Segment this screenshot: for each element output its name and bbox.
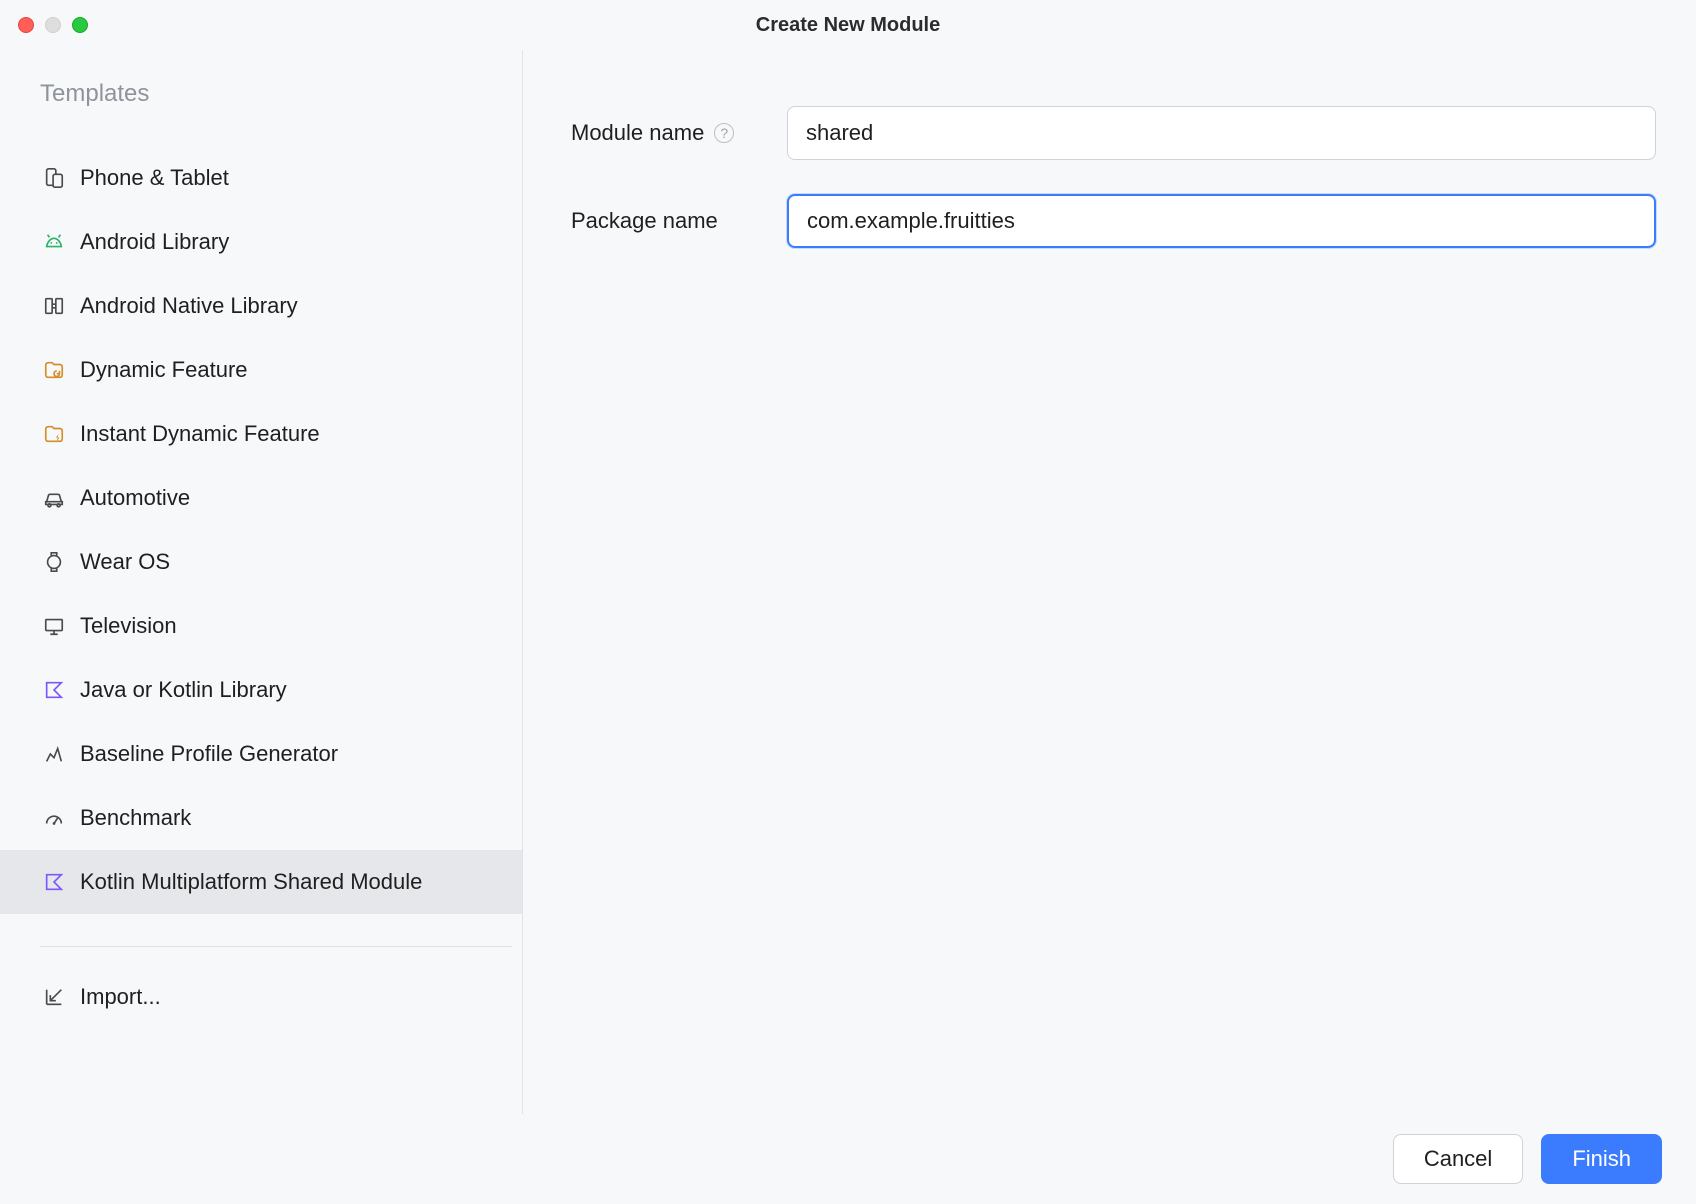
module-form: Module name ? Package name bbox=[523, 50, 1696, 1114]
form-row-module-name: Module name ? bbox=[571, 106, 1656, 160]
instant-dynamic-feature-icon bbox=[42, 422, 66, 446]
kotlin-multiplatform-icon bbox=[42, 870, 66, 894]
sidebar-item-instant-dynamic-feature[interactable]: Instant Dynamic Feature bbox=[40, 402, 522, 466]
module-name-label: Module name bbox=[571, 120, 704, 146]
sidebar-item-television[interactable]: Television bbox=[40, 594, 522, 658]
sidebar-item-label: Automotive bbox=[80, 485, 190, 511]
cancel-button[interactable]: Cancel bbox=[1393, 1134, 1523, 1184]
package-name-label: Package name bbox=[571, 208, 718, 234]
sidebar-item-label: Phone & Tablet bbox=[80, 165, 229, 191]
sidebar-item-label: Java or Kotlin Library bbox=[80, 677, 287, 703]
finish-button[interactable]: Finish bbox=[1541, 1134, 1662, 1184]
sidebar-item-label: Benchmark bbox=[80, 805, 191, 831]
templates-list: Phone & Tablet Android Library Android Nat… bbox=[40, 146, 522, 914]
sidebar-item-label: Android Native Library bbox=[80, 293, 298, 319]
sidebar-item-label: Wear OS bbox=[80, 549, 170, 575]
baseline-profile-icon bbox=[42, 742, 66, 766]
sidebar-item-label: Baseline Profile Generator bbox=[80, 741, 338, 767]
sidebar-item-label: Television bbox=[80, 613, 177, 639]
sidebar-item-baseline-profile-generator[interactable]: Baseline Profile Generator bbox=[40, 722, 522, 786]
wear-os-icon bbox=[42, 550, 66, 574]
sidebar-item-label: Instant Dynamic Feature bbox=[80, 421, 320, 447]
sidebar-item-label: Android Library bbox=[80, 229, 229, 255]
sidebar-item-benchmark[interactable]: Benchmark bbox=[40, 786, 522, 850]
sidebar-item-android-library[interactable]: Android Library bbox=[40, 210, 522, 274]
sidebar-item-automotive[interactable]: Automotive bbox=[40, 466, 522, 530]
package-name-input[interactable] bbox=[787, 194, 1656, 248]
android-icon bbox=[42, 230, 66, 254]
titlebar: Create New Module bbox=[0, 0, 1696, 50]
sidebar-item-dynamic-feature[interactable]: Dynamic Feature bbox=[40, 338, 522, 402]
sidebar-divider bbox=[40, 946, 512, 947]
sidebar-item-label: Dynamic Feature bbox=[80, 357, 248, 383]
phone-tablet-icon bbox=[42, 166, 66, 190]
dynamic-feature-icon bbox=[42, 358, 66, 382]
television-icon bbox=[42, 614, 66, 638]
benchmark-icon bbox=[42, 806, 66, 830]
sidebar-item-android-native-library[interactable]: Android Native Library bbox=[40, 274, 522, 338]
kotlin-library-icon bbox=[42, 678, 66, 702]
form-row-package-name: Package name bbox=[571, 194, 1656, 248]
module-name-label-group: Module name ? bbox=[571, 120, 787, 146]
sidebar-item-wear-os[interactable]: Wear OS bbox=[40, 530, 522, 594]
automotive-icon bbox=[42, 486, 66, 510]
import-icon bbox=[42, 985, 66, 1009]
sidebar-item-phone-tablet[interactable]: Phone & Tablet bbox=[40, 146, 522, 210]
native-library-icon bbox=[42, 294, 66, 318]
module-name-input[interactable] bbox=[787, 106, 1656, 160]
help-icon[interactable]: ? bbox=[714, 123, 734, 143]
main-area: Templates Phone & Tablet Android Library A… bbox=[0, 50, 1696, 1114]
sidebar-item-java-or-kotlin-library[interactable]: Java or Kotlin Library bbox=[40, 658, 522, 722]
sidebar-item-kotlin-multiplatform-shared-module[interactable]: Kotlin Multiplatform Shared Module bbox=[0, 850, 522, 914]
dialog-footer: Cancel Finish bbox=[0, 1114, 1696, 1204]
sidebar-item-label: Kotlin Multiplatform Shared Module bbox=[80, 869, 422, 895]
window-title: Create New Module bbox=[0, 14, 1696, 37]
sidebar-item-import[interactable]: Import... bbox=[40, 965, 522, 1029]
templates-sidebar: Templates Phone & Tablet Android Library A… bbox=[0, 50, 522, 1114]
package-name-label-group: Package name bbox=[571, 208, 787, 234]
templates-heading: Templates bbox=[40, 80, 522, 108]
sidebar-item-label: Import... bbox=[80, 984, 161, 1010]
